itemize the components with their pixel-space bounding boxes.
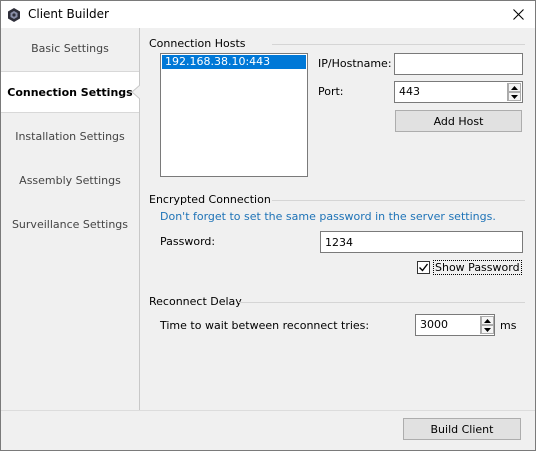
reconnect-increment-button[interactable]	[481, 316, 494, 325]
connection-settings-panel: Connection Hosts 192.168.38.10:443 IP/Ho…	[141, 28, 535, 410]
sidebar-item-label: Surveillance Settings	[11, 217, 129, 231]
show-password-label[interactable]: Show Password	[433, 260, 522, 275]
title-bar: Client Builder	[1, 1, 535, 28]
close-button[interactable]	[501, 1, 535, 28]
sidebar-item-installation-settings[interactable]: Installation Settings	[1, 116, 139, 156]
port-stepper[interactable]: 443	[394, 81, 523, 103]
group-divider	[272, 44, 525, 45]
arrow-down-icon	[511, 94, 518, 99]
password-hint-text: Don't forget to set the same password in…	[160, 210, 496, 223]
sidebar-item-label: Installation Settings	[15, 129, 125, 143]
reconnect-wait-label: Time to wait between reconnect tries:	[160, 319, 370, 332]
group-divider	[272, 200, 525, 201]
port-spin-buttons	[507, 83, 521, 101]
reconnect-decrement-button[interactable]	[481, 325, 494, 334]
encrypted-connection-title: Encrypted Connection	[149, 193, 271, 206]
close-icon	[512, 9, 524, 20]
show-password-checkbox[interactable]	[417, 261, 430, 274]
build-client-button[interactable]: Build Client	[403, 418, 521, 440]
sidebar-item-surveillance-settings[interactable]: Surveillance Settings	[1, 204, 139, 244]
reconnect-wait-value: 3000	[420, 318, 448, 331]
arrow-up-icon	[511, 85, 518, 90]
sidebar-item-label: Assembly Settings	[19, 173, 121, 187]
connection-hosts-title: Connection Hosts	[149, 37, 246, 50]
sidebar-item-assembly-settings[interactable]: Assembly Settings	[1, 160, 139, 200]
sidebar-item-connection-settings[interactable]: Connection Settings	[1, 71, 140, 113]
reconnect-delay-title: Reconnect Delay	[149, 295, 242, 308]
reconnect-spin-buttons	[480, 316, 494, 334]
port-label: Port:	[318, 85, 344, 98]
sidebar-item-label: Connection Settings	[7, 85, 133, 99]
group-divider	[239, 302, 525, 303]
sidebar-item-label: Basic Settings	[31, 41, 109, 55]
settings-sidebar: Basic Settings Connection Settings Insta…	[1, 28, 140, 410]
hosts-listbox[interactable]: 192.168.38.10:443	[160, 53, 308, 177]
reconnect-unit-label: ms	[500, 319, 517, 332]
password-label: Password:	[160, 235, 216, 248]
add-host-button[interactable]: Add Host	[395, 110, 522, 132]
ip-hostname-input[interactable]	[394, 53, 523, 75]
window-title: Client Builder	[28, 7, 109, 21]
app-shield-icon	[8, 8, 20, 22]
ip-hostname-label: IP/Hostname:	[318, 57, 392, 70]
checkmark-icon	[419, 263, 429, 272]
client-builder-window: Client Builder Basic Settings Connection…	[0, 0, 536, 451]
arrow-up-icon	[484, 318, 491, 323]
port-decrement-button[interactable]	[508, 92, 521, 101]
sidebar-item-basic-settings[interactable]: Basic Settings	[1, 28, 139, 68]
password-input[interactable]	[320, 231, 523, 253]
arrow-down-icon	[484, 327, 491, 332]
dialog-footer: Build Client	[1, 410, 535, 450]
build-client-label: Build Client	[430, 422, 494, 436]
host-list-item[interactable]: 192.168.38.10:443	[162, 55, 306, 69]
port-increment-button[interactable]	[508, 83, 521, 92]
active-caret-icon	[131, 85, 140, 99]
port-value: 443	[399, 85, 420, 98]
add-host-label: Add Host	[433, 114, 484, 128]
